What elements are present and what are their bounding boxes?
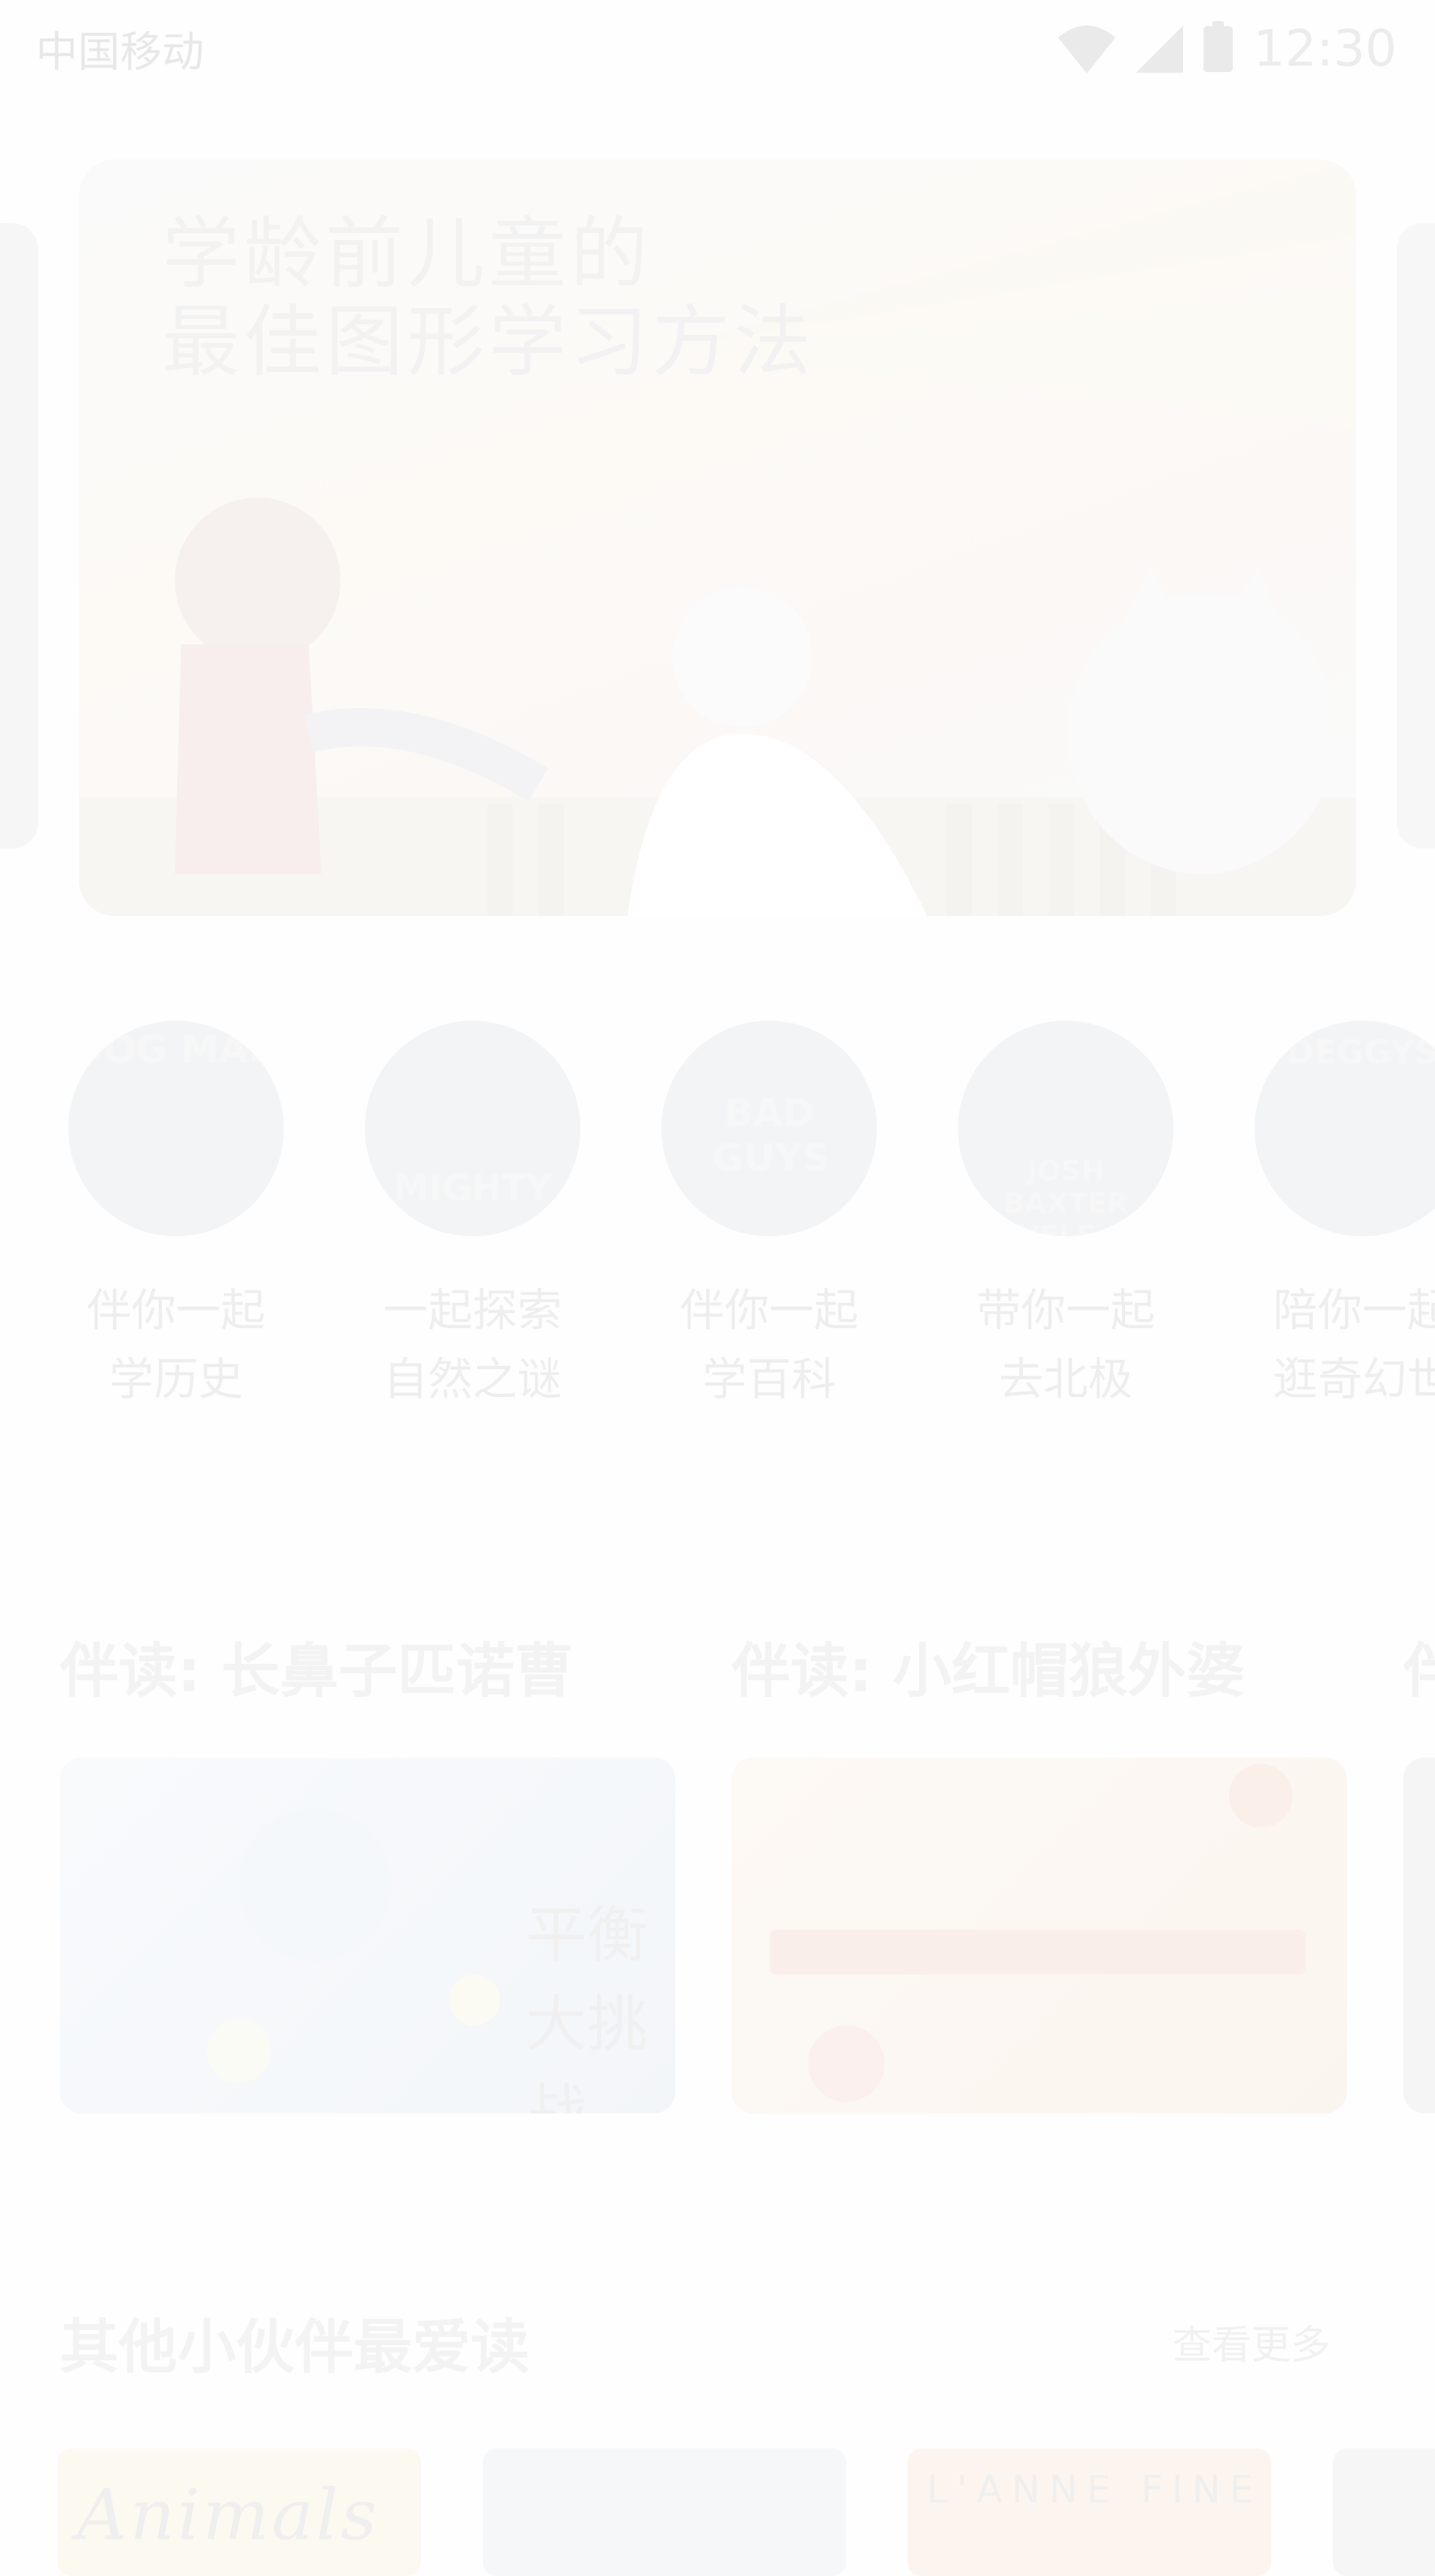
status-icons: 12:30 [1058, 20, 1397, 78]
character-logo: DOG MAN [71, 1027, 281, 1072]
banner-title: 学龄前儿童的 最佳图形学习方法 [162, 209, 815, 387]
character-logo: JOSH BAXTER LEVELS UP [981, 1155, 1151, 1236]
wifi-icon [1058, 26, 1116, 73]
status-time: 12:30 [1253, 20, 1397, 78]
character-avatar: MIGHTY [365, 1021, 580, 1236]
character-item[interactable]: DOG MAN 伴你一起 学历史 [48, 1021, 304, 1414]
read-along-title: 伴读: 小红帽狼外婆 [732, 1637, 1245, 1705]
character-avatar: JOSH BAXTER LEVELS UP [958, 1021, 1174, 1236]
card-caption: 平衡 [526, 1899, 648, 1971]
character-label: 伴你一起 学百科 [680, 1284, 858, 1405]
character-row: DOG MAN 伴你一起 学历史 MIGHTY 一起探索 自然之谜 BAD GU… [0, 1021, 1435, 1467]
book-cover[interactable] [1333, 2448, 1435, 2576]
favorites-title: 其他小伙伴最爱读 [60, 2313, 530, 2381]
character-logo: MIGHTY [393, 1167, 552, 1209]
character-label: 带你一起 去北极 [976, 1284, 1155, 1405]
character-item[interactable]: MIGHTY 一起探索 自然之谜 [345, 1021, 600, 1414]
book-title: Animals [77, 2474, 379, 2556]
character-item[interactable]: DEGGYS 陪你一起 逛奇幻世 [1235, 1021, 1435, 1414]
signal-icon [1136, 26, 1184, 73]
book-title: L'ANNE FINE [927, 2468, 1263, 2512]
card-illustration [770, 1764, 1306, 2102]
carrier-name: 中国移动 [36, 27, 204, 77]
character-logo: DEGGYS [1286, 1033, 1435, 1072]
read-along-title: 伴 [1403, 1637, 1435, 1705]
character-avatar: BAD GUYS [661, 1021, 877, 1236]
character-avatar: DOG MAN [68, 1021, 284, 1236]
read-along-title: 伴读: 长鼻子匹诺曹 [60, 1637, 573, 1705]
character-label: 陪你一起 逛奇幻世 [1273, 1284, 1435, 1405]
banner-previous[interactable] [0, 223, 38, 848]
banner-next[interactable] [1397, 223, 1435, 848]
book-cover[interactable] [483, 2448, 846, 2576]
character-item[interactable]: JOSH BAXTER LEVELS UP 带你一起 去北极 [938, 1021, 1193, 1414]
character-item[interactable]: BAD GUYS 伴你一起 学百科 [642, 1021, 897, 1414]
character-label: 伴你一起 学历史 [87, 1284, 265, 1405]
book-cover[interactable]: L'ANNE FINE [908, 2448, 1271, 2576]
read-along-card[interactable]: 平衡 大挑战 [60, 1758, 675, 2113]
read-along-card[interactable] [1403, 1758, 1435, 2113]
see-more-link[interactable]: 查看更多 [1172, 2313, 1330, 2370]
character-avatar: DEGGYS [1255, 1021, 1435, 1236]
book-cover[interactable]: Animals [57, 2448, 421, 2576]
character-label: 一起探索 自然之谜 [383, 1284, 562, 1405]
card-caption: 大挑战 [526, 1988, 648, 2113]
status-bar: 中国移动 12:30 [0, 0, 1435, 96]
battery-icon [1203, 21, 1233, 72]
read-along-card[interactable] [732, 1758, 1347, 2113]
character-logo: BAD GUYS [712, 1091, 830, 1180]
banner-main[interactable]: 学龄前儿童的 最佳图形学习方法 [79, 159, 1356, 916]
